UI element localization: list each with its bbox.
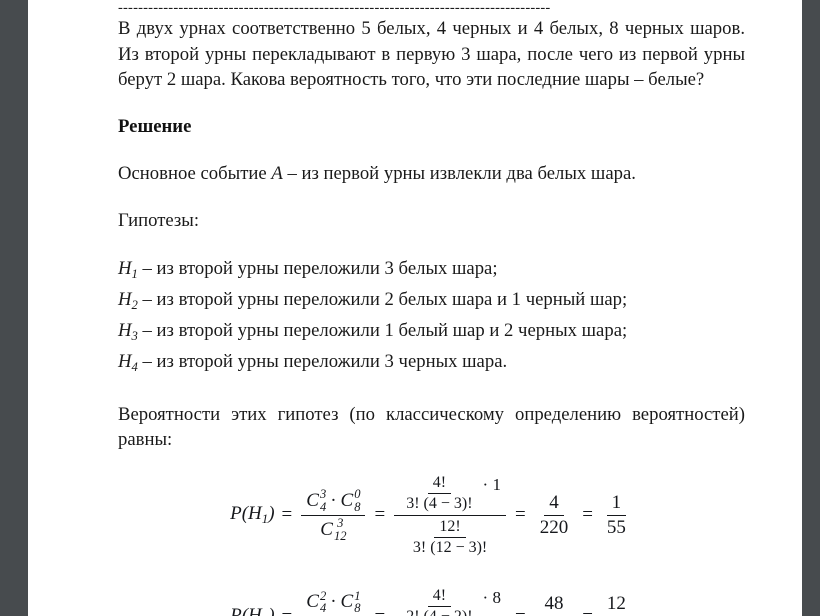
hypothesis-text: – из второй урны переложили 3 черных шар… (137, 350, 508, 372)
equals-sign: = (515, 606, 526, 616)
inner-fraction: 4! 2! (4 − 2)! (401, 586, 477, 616)
hypotheses-label: Гипотезы: (118, 210, 200, 231)
hypothesis-symbol: H (118, 319, 132, 341)
equals-sign: = (374, 606, 385, 616)
probabilities-intro-paragraph: Вероятности этих гипотез (по классическо… (118, 403, 745, 451)
equals-sign: = (514, 504, 526, 526)
fraction-denominator: 2! (4 − 2)! (401, 607, 477, 616)
inner-fraction: 12! 3! (12 − 3)! (408, 517, 492, 558)
combination-fraction: C 3 4 · C 0 8 C 3 12 (301, 487, 366, 544)
result-fraction-2: 12 55 (602, 592, 631, 616)
equals-sign: = (582, 504, 593, 526)
equals-sign: = (282, 606, 293, 616)
multiplication-dot: · (330, 591, 337, 613)
fraction-denominator: 3! (4 − 3)! (406, 494, 473, 512)
multiplier: · 8 (482, 587, 501, 607)
list-item: H2 – из второй урны переложили 2 белых ш… (118, 287, 745, 318)
fraction-numerator: 12 (602, 592, 631, 616)
formula-p-h1: P(H1) = C 3 4 · C 0 8 C 3 12 = 4! 3! (4 … (118, 472, 745, 559)
combination-fraction: C24·C18 C312 (301, 589, 365, 616)
fraction-numerator: 4! 2! (4 − 2)! · 8 (394, 585, 506, 616)
hypothesis-text: – из второй урны переложили 2 белых шара… (137, 288, 628, 310)
solution-heading: Решение (118, 115, 192, 137)
hypotheses-list: H1 – из второй урны переложили 3 белых ш… (118, 256, 745, 380)
fraction-numerator: 1 (606, 491, 627, 516)
equals-sign: = (582, 606, 593, 616)
equals-sign: = (374, 504, 386, 526)
fraction-denominator: 220 (539, 516, 569, 538)
equals-sign: = (281, 504, 293, 526)
fraction-denominator: 55 (606, 516, 626, 538)
list-item: H4 – из второй урны переложили 3 черных … (118, 349, 745, 380)
list-item: H3 – из второй урны переложили 1 белый ш… (118, 318, 745, 349)
main-event-text-after: – из первой урны извлекли два белых шара… (282, 162, 636, 184)
result-fraction-2: 1 55 (602, 491, 631, 540)
list-item: H1 – из второй урны переложили 3 белых ш… (118, 256, 745, 287)
fraction-denominator: C 3 12 (315, 516, 351, 544)
fraction-numerator: 12! (434, 517, 466, 538)
fraction-numerator: 4! (427, 586, 452, 607)
fraction-numerator: C 3 4 · C 0 8 (301, 487, 366, 516)
fraction-numerator: 48 (539, 592, 568, 616)
fraction-numerator: 4 (544, 491, 564, 516)
fraction-numerator: 4! (427, 473, 452, 494)
result-fraction-1: 48 220 (535, 592, 574, 616)
hypothesis-text: – из второй урны переложили 1 белый шар … (137, 319, 628, 341)
fraction-numerator: 4! 3! (4 − 3)! · 1 (394, 472, 506, 516)
formula-p-h2: P(H2) = C24·C18 C312 = (118, 585, 745, 616)
combination-symbol: C08 (340, 487, 361, 514)
inner-fraction: 4! 3! (4 − 3)! (401, 473, 477, 514)
document-viewer: ----------------------------------------… (0, 0, 820, 616)
main-event-paragraph: Основное событие A – из первой урны извл… (118, 161, 745, 187)
formula-lead: P(H2) (230, 604, 275, 616)
problem-statement-paragraph: В двух урнах соответственно 5 белых, 4 ч… (118, 18, 745, 90)
combination-symbol: C24 (306, 588, 327, 616)
main-event-variable: A (271, 162, 283, 184)
hypothesis-symbol: H (118, 257, 132, 279)
fraction-denominator: 12! 3! (12 − 3)! (401, 516, 499, 559)
combination-symbol: C 3 12 (320, 515, 347, 543)
fraction-denominator: 3! (12 − 3)! (412, 538, 488, 556)
document-page: ----------------------------------------… (28, 0, 802, 616)
multiplier: · 1 (482, 474, 501, 494)
nested-fraction: 4! 2! (4 − 2)! · 8 220 (394, 585, 506, 616)
multiplication-dot: · (330, 489, 337, 511)
combination-symbol: C18 (340, 588, 361, 616)
nested-fraction: 4! 3! (4 − 3)! · 1 12! 3! (12 − 3)! (394, 472, 506, 559)
hypothesis-symbol: H (118, 288, 132, 310)
fraction-numerator: C 2 4 · C 1 8 (301, 589, 365, 616)
hypothesis-symbol: H (118, 350, 132, 372)
combination-symbol: C34 (306, 487, 327, 514)
formula-lead: P(H1) (230, 503, 275, 527)
hypothesis-text: – из второй урны переложили 3 белых шара… (137, 257, 498, 279)
result-fraction-1: 4 220 (535, 491, 574, 540)
separator-rule: ----------------------------------------… (118, 0, 551, 15)
main-event-text-before: Основное событие (118, 162, 272, 184)
